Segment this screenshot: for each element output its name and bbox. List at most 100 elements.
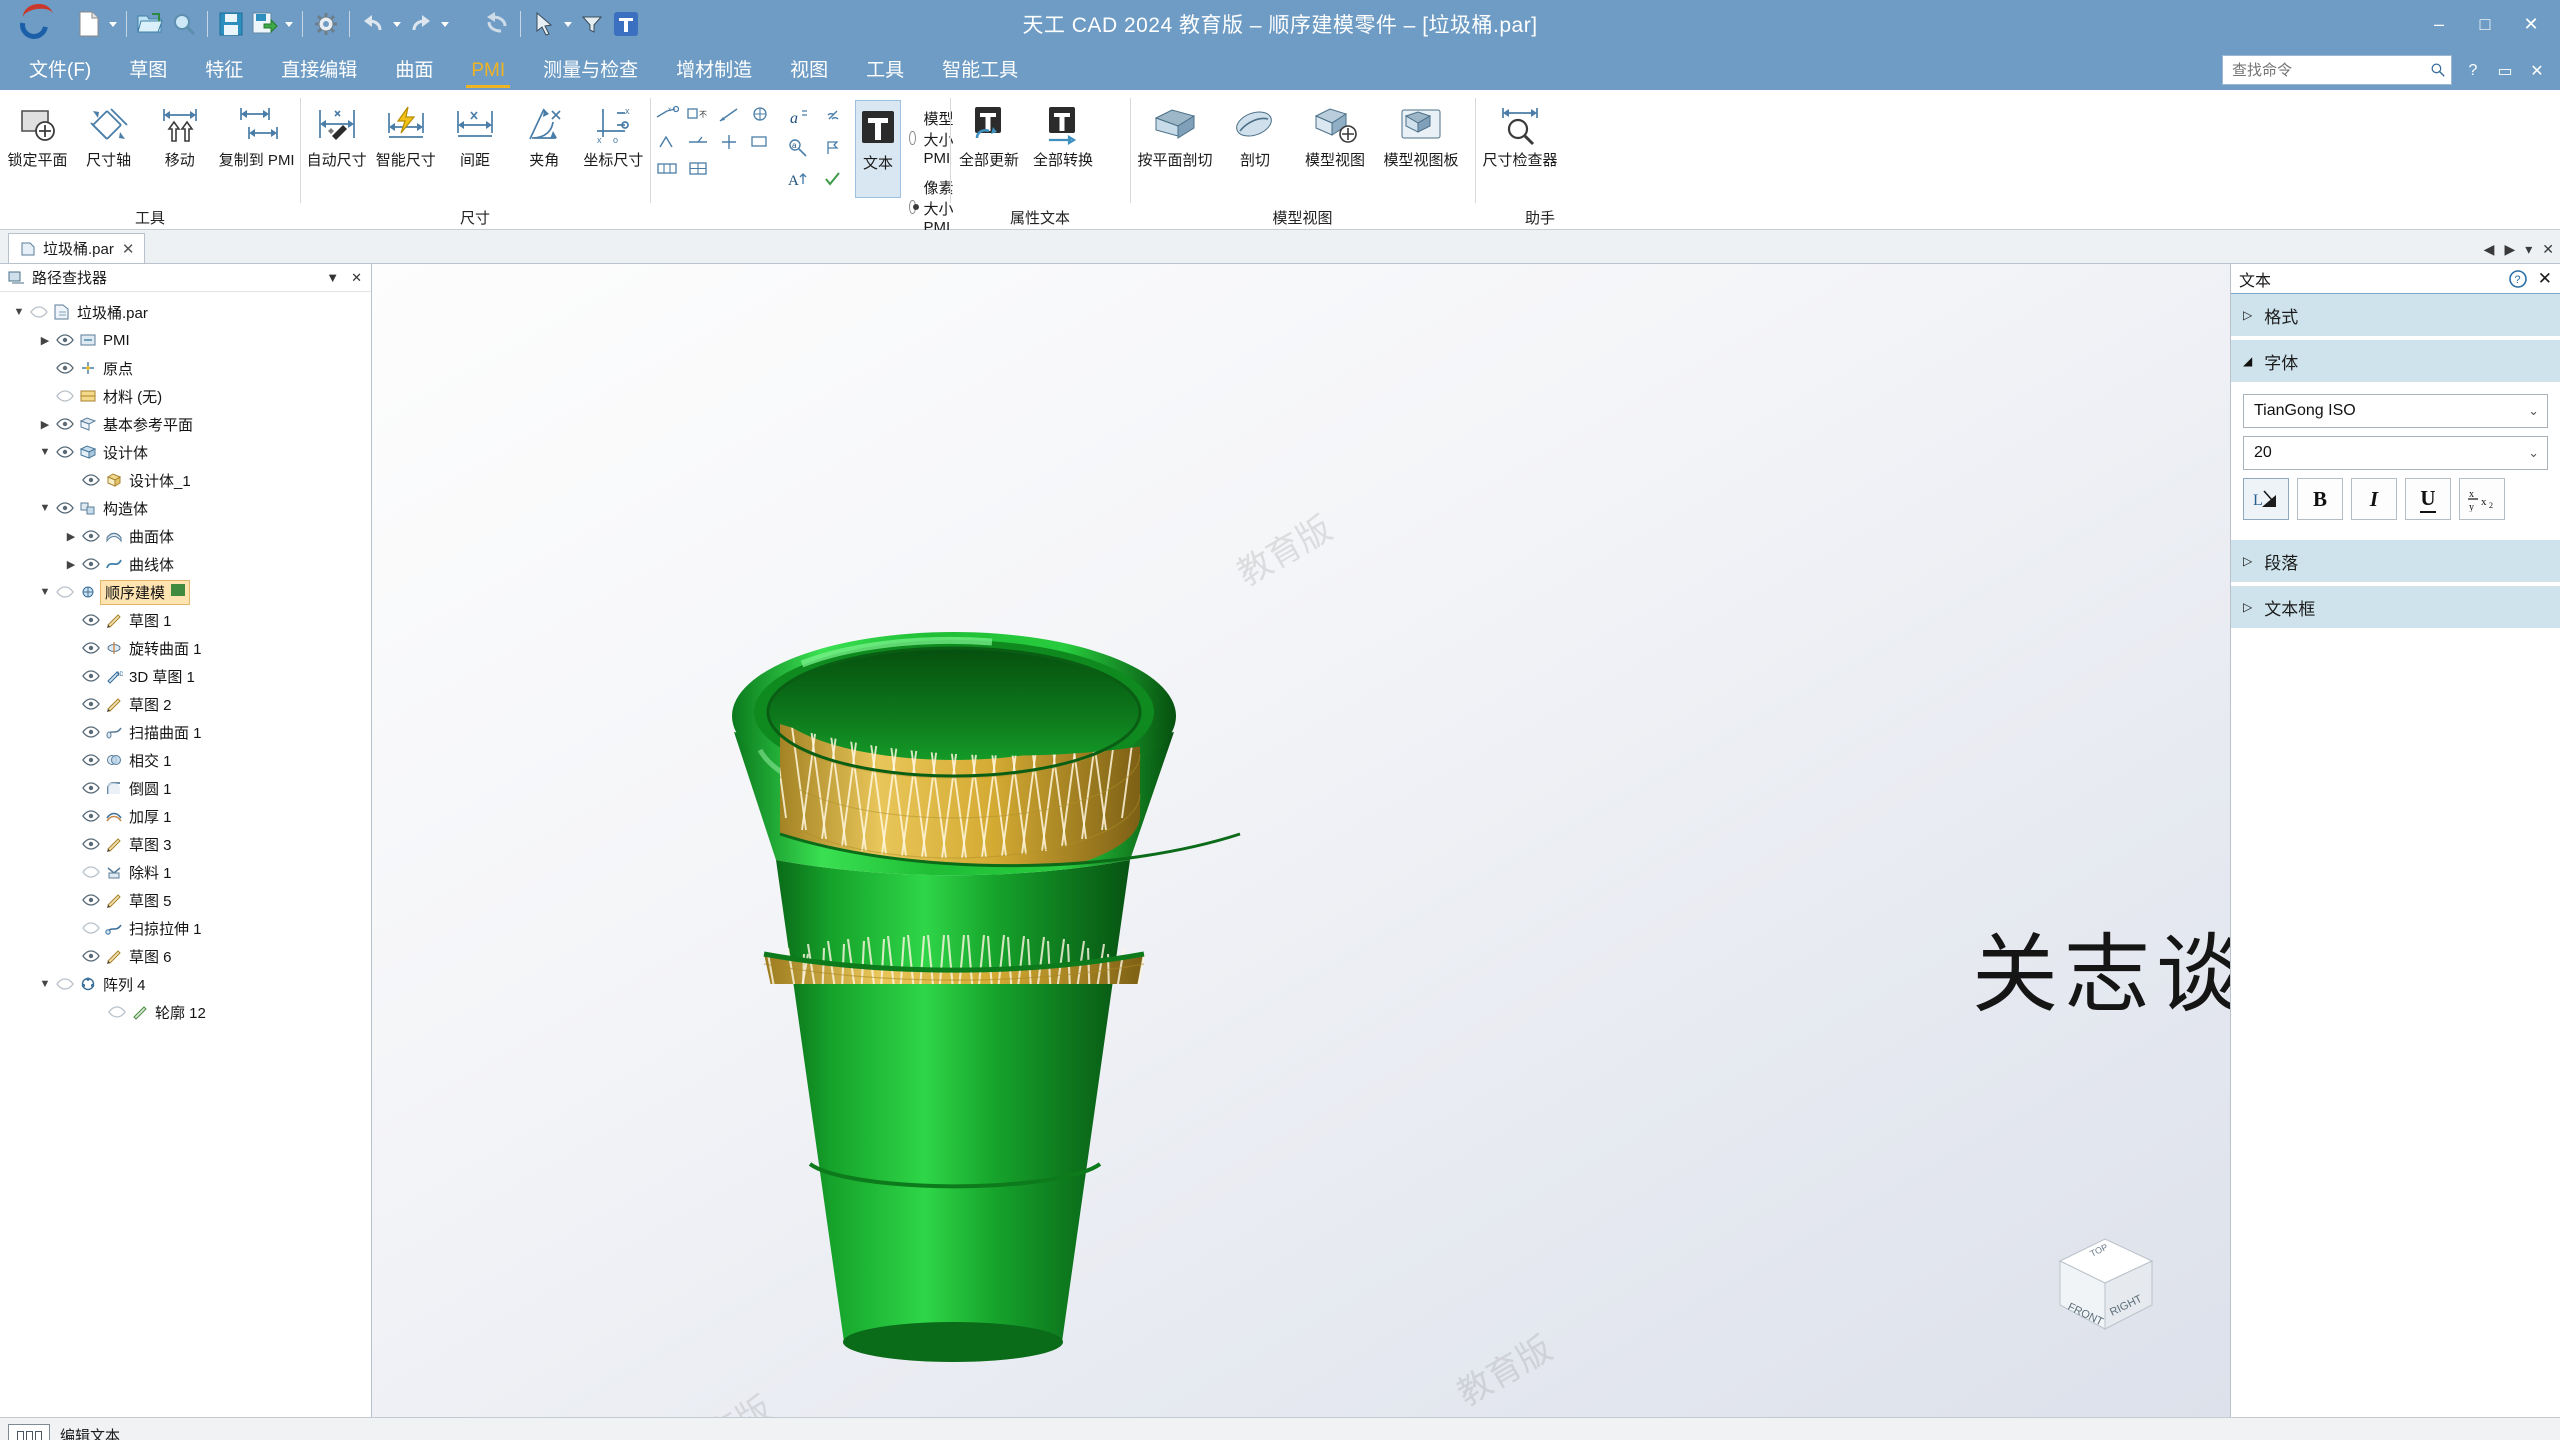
visibility-eye-icon[interactable]: [54, 977, 76, 991]
visibility-eye-icon[interactable]: [54, 501, 76, 515]
expander-closed-icon[interactable]: ▶: [62, 530, 80, 543]
expander-closed-icon[interactable]: ▶: [36, 418, 54, 431]
menu-item-feature[interactable]: 特征: [186, 55, 262, 90]
redo-icon[interactable]: [404, 5, 438, 43]
tree-item[interactable]: 设计体_1: [4, 466, 371, 494]
undo-icon[interactable]: [356, 5, 390, 43]
text-style-button[interactable]: L: [2243, 478, 2289, 520]
weld-symbol-icon[interactable]: [683, 129, 713, 155]
lock-plane-button[interactable]: 锁定平面: [2, 98, 73, 173]
redo-dropdown-icon[interactable]: [438, 5, 452, 43]
subscript-superscript-button[interactable]: xyx2: [2459, 478, 2505, 520]
menu-item-direct-edit[interactable]: 直接编辑: [262, 55, 376, 90]
copy-to-pmi-button[interactable]: 复制到 PMI: [215, 98, 298, 173]
model-annotation-text[interactable]: 关志谈: [1972, 904, 2230, 1029]
text-tool-icon[interactable]: [609, 5, 643, 43]
link-icon[interactable]: [817, 102, 849, 132]
menu-item-additive-manufacturing[interactable]: 增材制造: [657, 55, 771, 90]
auto-dimension-button[interactable]: 自动尺寸: [302, 98, 371, 173]
dimension-axis-button[interactable]: 尺寸轴: [73, 98, 144, 173]
tree-item[interactable]: ▼ 设计体: [4, 438, 371, 466]
help-icon[interactable]: ?: [2508, 269, 2528, 289]
tree-item[interactable]: 草图 5: [4, 886, 371, 914]
visibility-eye-icon[interactable]: [28, 305, 50, 319]
underline-button[interactable]: U: [2405, 478, 2451, 520]
datum-flag-icon[interactable]: [817, 133, 849, 163]
ribbon-close-button[interactable]: ✕: [2522, 56, 2552, 86]
visibility-eye-icon[interactable]: [54, 333, 76, 347]
datum-target-icon[interactable]: [745, 102, 775, 128]
tab-nav-prev-icon[interactable]: ◀: [2484, 241, 2495, 258]
select-arrow-icon[interactable]: [527, 5, 561, 43]
tab-nav-list-icon[interactable]: ▾: [2525, 241, 2532, 258]
visibility-eye-icon[interactable]: [80, 669, 102, 683]
visibility-eye-icon[interactable]: [54, 585, 76, 599]
visibility-eye-icon[interactable]: [80, 837, 102, 851]
save-as-dropdown-icon[interactable]: [282, 5, 296, 43]
tree-item[interactable]: 扫掠拉伸 1: [4, 914, 371, 942]
new-document-icon[interactable]: [72, 5, 106, 43]
tree-item[interactable]: 轮廓 12: [4, 998, 371, 1026]
expander-open-icon[interactable]: ▼: [36, 446, 54, 458]
visibility-eye-icon[interactable]: [80, 557, 102, 571]
visibility-eye-icon[interactable]: [54, 445, 76, 459]
document-tab[interactable]: 垃圾桶.par ✕: [8, 233, 146, 263]
visibility-eye-icon[interactable]: [80, 697, 102, 711]
settings-gear-icon[interactable]: [309, 5, 343, 43]
new-document-dropdown-icon[interactable]: [106, 5, 120, 43]
font-family-select[interactable]: TianGong ISO ⌄: [2243, 394, 2548, 428]
tree-item[interactable]: 旋转曲面 1: [4, 634, 371, 662]
close-icon[interactable]: ✕: [2538, 269, 2552, 289]
visibility-eye-icon[interactable]: [80, 809, 102, 823]
font-size-select[interactable]: 20 ⌄: [2243, 436, 2548, 470]
visibility-eye-icon[interactable]: [80, 529, 102, 543]
preview-icon[interactable]: [167, 5, 201, 43]
section-format[interactable]: ▷ 格式: [2231, 294, 2560, 336]
undo-dropdown-icon[interactable]: [390, 5, 404, 43]
command-search-box[interactable]: [2222, 55, 2452, 85]
text-annotation-button[interactable]: 文本: [855, 100, 901, 198]
section-by-plane-button[interactable]: 按平面剖切: [1132, 98, 1218, 173]
section-font[interactable]: ◢ 字体: [2231, 340, 2560, 382]
smart-dimension-button[interactable]: 智能尺寸: [371, 98, 440, 173]
menu-item-sketch[interactable]: 草图: [110, 55, 186, 90]
visibility-eye-icon[interactable]: [80, 865, 102, 879]
tree-item[interactable]: 相交 1: [4, 746, 371, 774]
magnify-a-icon[interactable]: a: [781, 133, 815, 163]
repeat-icon[interactable]: [480, 5, 514, 43]
feature-control-icon[interactable]: 不: [683, 102, 713, 128]
tab-nav-close-icon[interactable]: ✕: [2542, 241, 2554, 258]
visibility-eye-icon[interactable]: [54, 417, 76, 431]
visibility-eye-icon[interactable]: [80, 613, 102, 627]
visibility-eye-icon[interactable]: [80, 473, 102, 487]
visibility-eye-icon[interactable]: [54, 389, 76, 403]
help-button[interactable]: ?: [2458, 56, 2488, 86]
tree-item[interactable]: 扫描曲面 1: [4, 718, 371, 746]
tree-item[interactable]: 除料 1: [4, 858, 371, 886]
angle-dimension-button[interactable]: 夹角: [510, 98, 579, 173]
tree-item[interactable]: 草图 2: [4, 690, 371, 718]
italic-button[interactable]: I: [2351, 478, 2397, 520]
model-view-button[interactable]: 模型视图: [1292, 98, 1378, 173]
select-dropdown-icon[interactable]: [561, 5, 575, 43]
expander-open-icon[interactable]: ▼: [36, 502, 54, 514]
tree-item[interactable]: 原点: [4, 354, 371, 382]
graphics-canvas[interactable]: 教育版 教育版 教育版 教育版: [372, 264, 2230, 1417]
visibility-eye-icon[interactable]: [106, 1005, 128, 1019]
menu-item-surface[interactable]: 曲面: [376, 55, 452, 90]
annotation-grid-icon[interactable]: [683, 156, 713, 182]
maximize-button[interactable]: □: [2462, 4, 2508, 44]
tree-item[interactable]: 材料 (无): [4, 382, 371, 410]
visibility-eye-icon[interactable]: [54, 361, 76, 375]
expander-open-icon[interactable]: ▼: [36, 586, 54, 598]
document-tab-close-icon[interactable]: ✕: [122, 240, 135, 258]
expander-closed-icon[interactable]: ▶: [36, 334, 54, 347]
visibility-eye-icon[interactable]: [80, 921, 102, 935]
menu-item-view[interactable]: 视图: [771, 55, 847, 90]
italic-a-icon[interactable]: a: [781, 102, 815, 132]
leader-icon[interactable]: [714, 102, 744, 128]
datum-frame-icon[interactable]: [652, 156, 682, 182]
close-icon[interactable]: ✕: [348, 270, 365, 286]
filter-icon[interactable]: [575, 5, 609, 43]
section-paragraph[interactable]: ▷ 段落: [2231, 540, 2560, 582]
